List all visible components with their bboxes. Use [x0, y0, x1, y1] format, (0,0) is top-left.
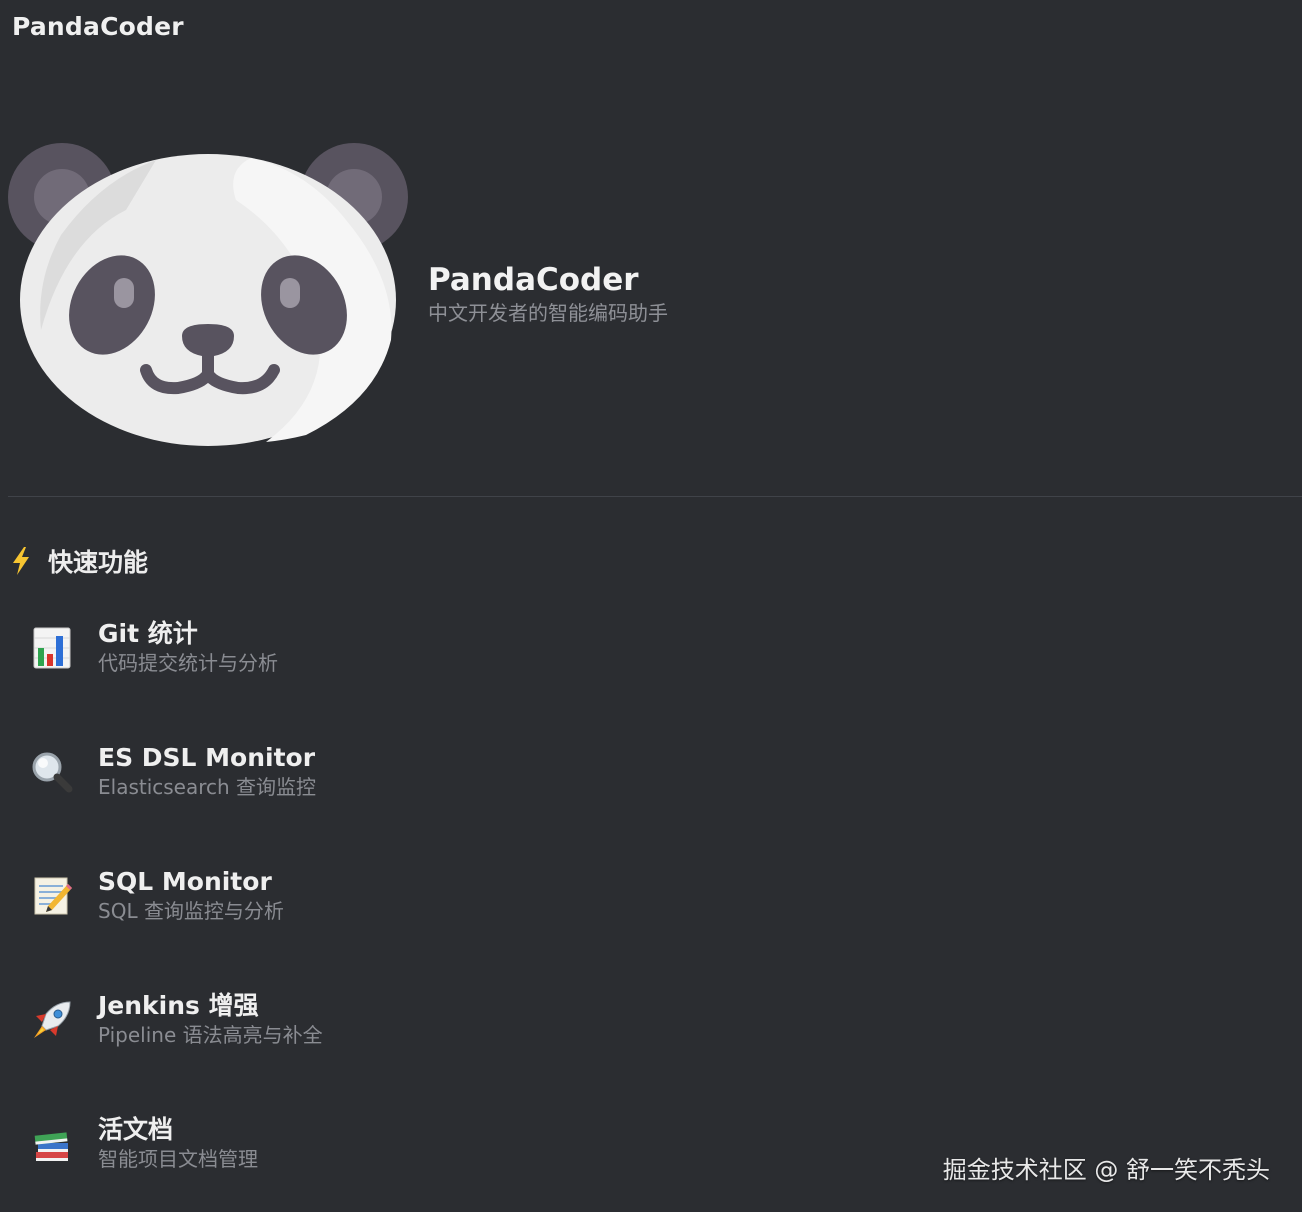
feature-desc: SQL 查询监控与分析 — [98, 899, 284, 923]
divider — [8, 496, 1302, 497]
feature-title: Jenkins 增强 — [98, 991, 259, 1020]
feature-sql-monitor[interactable]: SQL Monitor SQL 查询监控与分析 — [0, 860, 700, 940]
brand-block: PandaCoder 中文开发者的智能编码助手 — [428, 262, 668, 326]
section-title: 快速功能 — [48, 548, 149, 577]
feature-title: ES DSL Monitor — [98, 743, 316, 772]
books-icon — [34, 1132, 68, 1161]
feature-desc: Elasticsearch 查询监控 — [98, 775, 317, 799]
brand-tagline: 中文开发者的智能编码助手 — [428, 301, 668, 325]
app-title: PandaCoder — [12, 12, 184, 41]
feature-title: SQL Monitor — [98, 867, 272, 896]
lightning-icon — [13, 547, 29, 575]
feature-living-docs[interactable]: 活文档 智能项目文档管理 — [0, 1108, 700, 1188]
watermark: 掘金技术社区 @ 舒一笑不秃头 — [942, 1156, 1270, 1184]
magnifier-icon — [32, 752, 73, 793]
quick-features-header: 快速功能 — [10, 543, 148, 579]
feature-es-dsl-monitor[interactable]: ES DSL Monitor Elasticsearch 查询监控 — [0, 736, 700, 816]
rocket-icon — [34, 1001, 71, 1038]
feature-title: Git 统计 — [98, 619, 198, 648]
feature-desc: 代码提交统计与分析 — [98, 651, 278, 675]
feature-git-stats[interactable]: Git 统计 代码提交统计与分析 — [0, 612, 700, 692]
memo-pencil-icon — [34, 877, 72, 915]
feature-jenkins[interactable]: Jenkins 增强 Pipeline 语法高亮与补全 — [0, 984, 700, 1064]
bar-chart-icon — [33, 627, 71, 669]
brand-name: PandaCoder — [428, 262, 639, 298]
feature-desc: Pipeline 语法高亮与补全 — [98, 1023, 323, 1047]
panda-face-icon — [8, 143, 408, 446]
feature-title: 活文档 — [98, 1115, 174, 1144]
feature-desc: 智能项目文档管理 — [98, 1147, 258, 1171]
hero-section: PandaCoder 中文开发者的智能编码助手 — [0, 130, 1302, 460]
